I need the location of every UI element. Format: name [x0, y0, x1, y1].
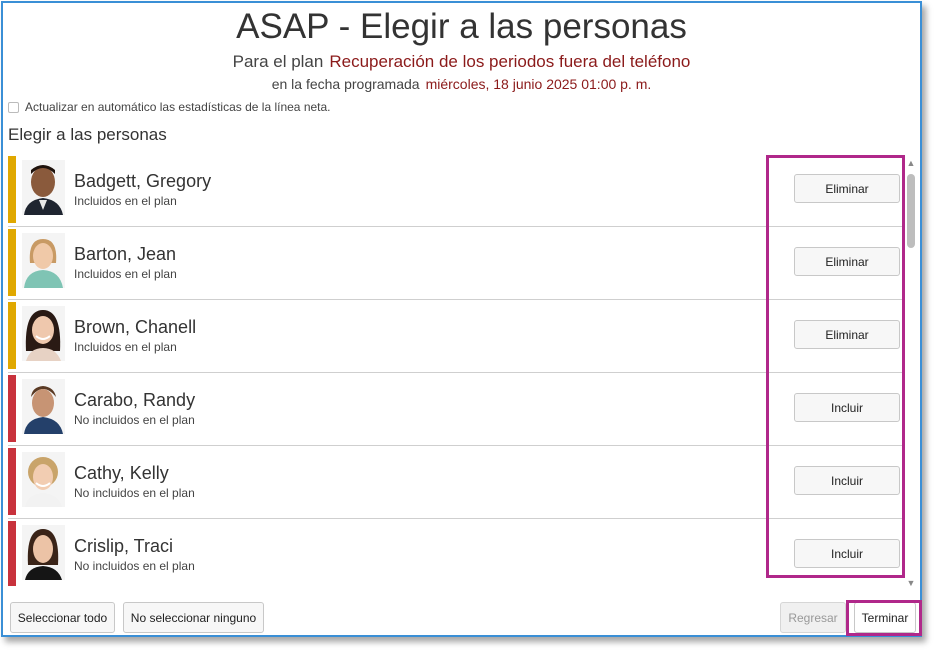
avatar	[22, 160, 65, 215]
person-name: Carabo, Randy	[74, 390, 196, 410]
finish-button[interactable]: Terminar	[854, 602, 916, 633]
include-button[interactable]: Incluir	[794, 539, 900, 568]
list-item: Crislip, Traci No incluidos en el plan I…	[8, 519, 904, 586]
person-status: Incluidos en el plan	[74, 340, 177, 354]
auto-update-option: Actualizar en automático las estadística…	[8, 100, 331, 114]
list-item: Badgett, Gregory Incluidos en el plan El…	[8, 154, 904, 227]
include-button[interactable]: Incluir	[794, 466, 900, 495]
avatar	[22, 452, 65, 507]
date-value: miércoles, 18 junio 2025 01:00 p. m.	[425, 76, 652, 92]
plan-line: Para el plan Recuperación de los periodos…	[3, 52, 920, 72]
status-color-bar	[8, 448, 16, 515]
avatar	[22, 233, 65, 288]
status-color-bar	[8, 302, 16, 369]
date-label: en la fecha programada	[271, 76, 420, 92]
scrollbar-thumb[interactable]	[907, 174, 915, 248]
section-title: Elegir a las personas	[8, 125, 167, 144]
scroll-down-arrow-icon[interactable]: ▼	[906, 578, 916, 588]
avatar	[22, 306, 65, 361]
person-status: No incluidos en el plan	[74, 486, 195, 500]
remove-button[interactable]: Eliminar	[794, 320, 900, 349]
include-button[interactable]: Incluir	[794, 393, 900, 422]
plan-value: Recuperación de los periodos fuera del t…	[329, 52, 691, 71]
date-line: en la fecha programada miércoles, 18 juni…	[3, 76, 920, 92]
list-item: Brown, Chanell Incluidos en el plan Elim…	[8, 300, 904, 373]
person-name: Cathy, Kelly	[74, 463, 169, 483]
list-item: Carabo, Randy No incluidos en el plan In…	[8, 373, 904, 446]
person-status: Incluidos en el plan	[74, 194, 177, 208]
list-item: Barton, Jean Incluidos en el plan Elimin…	[8, 227, 904, 300]
dialog-window: ASAP - Elegir a las personas Para el pla…	[1, 1, 922, 637]
select-none-button[interactable]: No seleccionar ninguno	[123, 602, 264, 633]
person-name: Crislip, Traci	[74, 536, 174, 556]
person-name: Badgett, Gregory	[74, 171, 212, 191]
person-name: Barton, Jean	[74, 244, 177, 264]
status-color-bar	[8, 521, 16, 586]
person-status: No incluidos en el plan	[74, 413, 195, 427]
avatar	[22, 525, 65, 580]
scroll-up-arrow-icon[interactable]: ▲	[906, 158, 916, 168]
remove-button[interactable]: Eliminar	[794, 174, 900, 203]
auto-update-checkbox[interactable]	[8, 101, 19, 113]
person-status: No incluidos en el plan	[74, 559, 195, 573]
avatar	[22, 379, 65, 434]
person-status: Incluidos en el plan	[74, 267, 177, 281]
plan-label: Para el plan	[232, 52, 324, 71]
person-name: Brown, Chanell	[74, 317, 197, 337]
remove-button[interactable]: Eliminar	[794, 247, 900, 276]
status-color-bar	[8, 229, 16, 296]
auto-update-label: Actualizar en automático las estadística…	[25, 100, 331, 114]
status-color-bar	[8, 375, 16, 442]
select-all-button[interactable]: Seleccionar todo	[10, 602, 115, 633]
dialog-title: ASAP - Elegir a las personas	[236, 7, 687, 46]
status-color-bar	[8, 156, 16, 223]
list-scrollbar[interactable]: ▲ ▼	[906, 158, 916, 590]
people-list: Badgett, Gregory Incluidos en el plan El…	[8, 154, 904, 586]
back-button[interactable]: Regresar	[780, 602, 846, 633]
list-item: Cathy, Kelly No incluidos en el plan Inc…	[8, 446, 904, 519]
